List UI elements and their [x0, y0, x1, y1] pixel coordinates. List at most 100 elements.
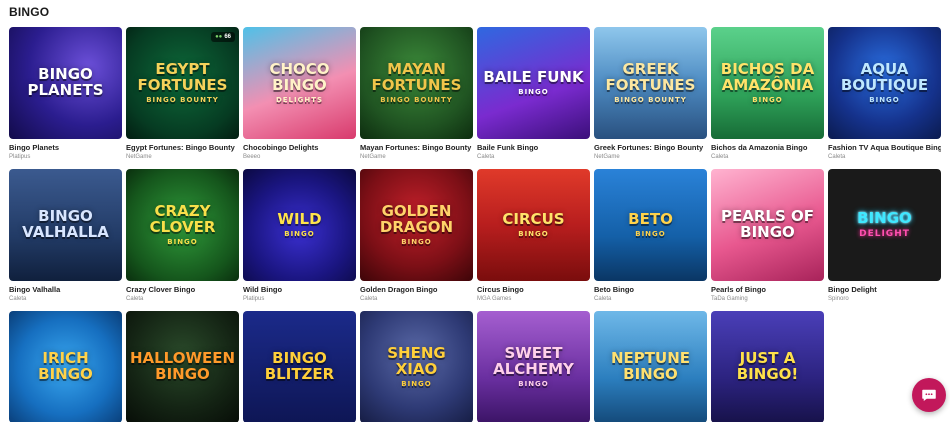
game-card[interactable]: Bingo Planets Bingo Planets Platipus [9, 27, 122, 169]
game-thumbnail[interactable]: Bingo Blitzer [243, 311, 356, 422]
game-provider: Caleta [594, 296, 612, 302]
section-title: BINGO [9, 5, 50, 19]
thumbnail-art-title: Mayan Fortunes Bingo Bounty [371, 60, 462, 104]
game-provider: Caleta [711, 154, 729, 160]
game-name[interactable]: Beto Bingo [594, 285, 707, 294]
game-name[interactable]: Wild Bingo [243, 285, 356, 294]
game-thumbnail[interactable]: Bingo Delight [828, 169, 941, 281]
game-card[interactable]: Wild Bingo Wild Bingo Platipus [243, 169, 356, 311]
thumbnail-art-title: Pearls of Bingo [721, 207, 814, 241]
game-card[interactable]: Greek Fortunes Bingo Bounty Greek Fortune… [594, 27, 707, 169]
thumbnail-art-title: Bingo Planets [27, 65, 104, 99]
game-grid: Bingo Planets Bingo Planets Platipus ●● 6… [9, 27, 941, 422]
game-thumbnail[interactable]: Beto Bingo [594, 169, 707, 281]
game-thumbnail[interactable]: Pearls of Bingo [711, 169, 824, 281]
thumbnail-art-title: Circus Bingo [502, 209, 565, 238]
game-card[interactable]: iRich Bingo [9, 311, 122, 422]
game-provider: Caleta [126, 296, 144, 302]
game-thumbnail[interactable]: Greek Fortunes Bingo Bounty [594, 27, 707, 139]
thumbnail-art-title: Halloween Bingo [129, 349, 236, 383]
thumbnail-art-title: Egypt Fortunes Bingo Bounty [137, 60, 228, 104]
game-thumbnail[interactable]: Neptune Bingo [594, 311, 707, 422]
game-thumbnail[interactable]: Aqua Boutique Bingo [828, 27, 941, 139]
thumbnail-art-title: Sheng Xiao Bingo [387, 344, 446, 388]
game-card[interactable]: Golden Dragon Bingo Golden Dragon Bingo C… [360, 169, 473, 311]
game-name[interactable]: Bichos da Amazonia Bingo [711, 143, 824, 152]
thumbnail-art-title: Baile Funk Bingo [483, 67, 584, 96]
game-thumbnail[interactable]: Sweet Alchemy Bingo [477, 311, 590, 422]
game-card[interactable]: Sheng Xiao Bingo [360, 311, 473, 422]
thumbnail-art-title: Bingo Delight [857, 208, 912, 239]
game-name[interactable]: Bingo Planets [9, 143, 122, 152]
game-thumbnail[interactable]: Mayan Fortunes Bingo Bounty [360, 27, 473, 139]
game-card[interactable]: Halloween Bingo [126, 311, 239, 422]
chat-bubble-icon [922, 389, 936, 401]
game-thumbnail[interactable]: Sheng Xiao Bingo [360, 311, 473, 422]
game-name[interactable]: Circus Bingo [477, 285, 590, 294]
game-provider: MGA Games [477, 296, 512, 302]
players-icon: ●● [215, 34, 223, 40]
game-name[interactable]: Egypt Fortunes: Bingo Bounty [126, 143, 239, 152]
game-provider: Platipus [243, 296, 265, 302]
thumbnail-art-title: Wild Bingo [277, 209, 322, 238]
game-card[interactable]: Pearls of Bingo Pearls of Bingo TaDa Gam… [711, 169, 824, 311]
game-provider: Caleta [828, 154, 846, 160]
thumbnail-art-title: Sweet Alchemy Bingo [493, 344, 574, 388]
game-card[interactable]: Beto Bingo Beto Bingo Caleta [594, 169, 707, 311]
game-card[interactable]: Baile Funk Bingo Baile Funk Bingo Caleta [477, 27, 590, 169]
game-thumbnail[interactable]: Bichos da Amazônia Bingo [711, 27, 824, 139]
game-thumbnail[interactable]: Baile Funk Bingo [477, 27, 590, 139]
thumbnail-art-title: Bingo Valhalla [22, 207, 109, 241]
game-name[interactable]: Mayan Fortunes: Bingo Bounty [360, 143, 473, 152]
game-card[interactable]: Mayan Fortunes Bingo Bounty Mayan Fortune… [360, 27, 473, 169]
players-count: 66 [224, 34, 231, 40]
thumbnail-art-title: Choco Bingo Delights [269, 60, 330, 104]
game-name[interactable]: Fashion TV Aqua Boutique Bingo [828, 143, 941, 152]
game-card[interactable]: Bichos da Amazônia Bingo Bichos da Amazon… [711, 27, 824, 169]
game-card[interactable]: Circus Bingo Circus Bingo MGA Games [477, 169, 590, 311]
game-name[interactable]: Bingo Delight [828, 285, 941, 294]
thumbnail-art-title: iRich Bingo [38, 349, 93, 383]
game-card[interactable]: Aqua Boutique Bingo Fashion TV Aqua Bouti… [828, 27, 941, 169]
game-thumbnail[interactable]: Halloween Bingo [126, 311, 239, 422]
game-card[interactable]: Crazy Clover Bingo Crazy Clover Bingo Cal… [126, 169, 239, 311]
game-thumbnail[interactable]: Golden Dragon Bingo [360, 169, 473, 281]
game-card[interactable]: Bingo Valhalla Bingo Valhalla Caleta [9, 169, 122, 311]
game-name[interactable]: Bingo Valhalla [9, 285, 122, 294]
game-thumbnail[interactable]: Crazy Clover Bingo [126, 169, 239, 281]
game-card[interactable]: Choco Bingo Delights Chocobingo Delights … [243, 27, 356, 169]
game-provider: Caleta [360, 296, 378, 302]
game-name[interactable]: Crazy Clover Bingo [126, 285, 239, 294]
game-thumbnail[interactable]: Bingo Valhalla [9, 169, 122, 281]
game-thumbnail[interactable]: Circus Bingo [477, 169, 590, 281]
game-name[interactable]: Greek Fortunes: Bingo Bounty [594, 143, 707, 152]
thumbnail-art-title: Greek Fortunes Bingo Bounty [605, 60, 696, 104]
thumbnail-art-title: Beto Bingo [628, 209, 673, 238]
game-name[interactable]: Chocobingo Delights [243, 143, 356, 152]
game-thumbnail[interactable]: Choco Bingo Delights [243, 27, 356, 139]
game-card[interactable]: Sweet Alchemy Bingo [477, 311, 590, 422]
thumbnail-art-title: Aqua Boutique Bingo [840, 60, 929, 104]
players-badge: ●● 66 [211, 32, 235, 42]
game-thumbnail[interactable]: Bingo Planets [9, 27, 122, 139]
thumbnail-art-title: Golden Dragon Bingo [379, 202, 454, 246]
game-provider: Caleta [477, 154, 495, 160]
game-thumbnail[interactable]: Just a Bingo! [711, 311, 824, 422]
game-card[interactable]: Bingo Blitzer [243, 311, 356, 422]
game-provider: TaDa Gaming [711, 296, 748, 302]
game-thumbnail[interactable]: Wild Bingo [243, 169, 356, 281]
game-thumbnail[interactable]: ●● 66 Egypt Fortunes Bingo Bounty [126, 27, 239, 139]
game-card[interactable]: ●● 66 Egypt Fortunes Bingo Bounty Egypt Fo… [126, 27, 239, 169]
game-name[interactable]: Golden Dragon Bingo [360, 285, 473, 294]
game-name[interactable]: Baile Funk Bingo [477, 143, 590, 152]
game-card[interactable]: Just a Bingo! [711, 311, 824, 422]
game-provider: Spinoro [828, 296, 849, 302]
chat-button[interactable] [912, 378, 946, 412]
game-card[interactable]: Bingo Delight Bingo Delight Spinoro [828, 169, 941, 311]
thumbnail-art-title: Bingo Blitzer [264, 349, 335, 383]
game-thumbnail[interactable]: iRich Bingo [9, 311, 122, 422]
game-name[interactable]: Pearls of Bingo [711, 285, 824, 294]
game-card[interactable]: Neptune Bingo [594, 311, 707, 422]
game-provider: NetGame [126, 154, 152, 160]
thumbnail-art-title: Just a Bingo! [736, 349, 799, 383]
